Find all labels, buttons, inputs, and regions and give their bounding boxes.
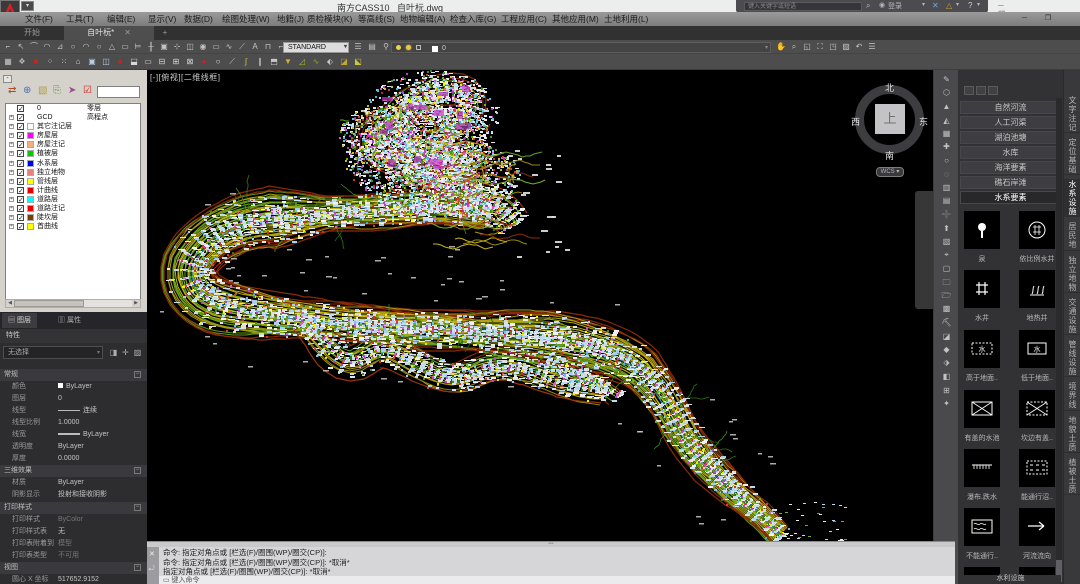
svg-text:水: 水 [1034,345,1041,354]
svg-text:水: 水 [979,345,986,354]
